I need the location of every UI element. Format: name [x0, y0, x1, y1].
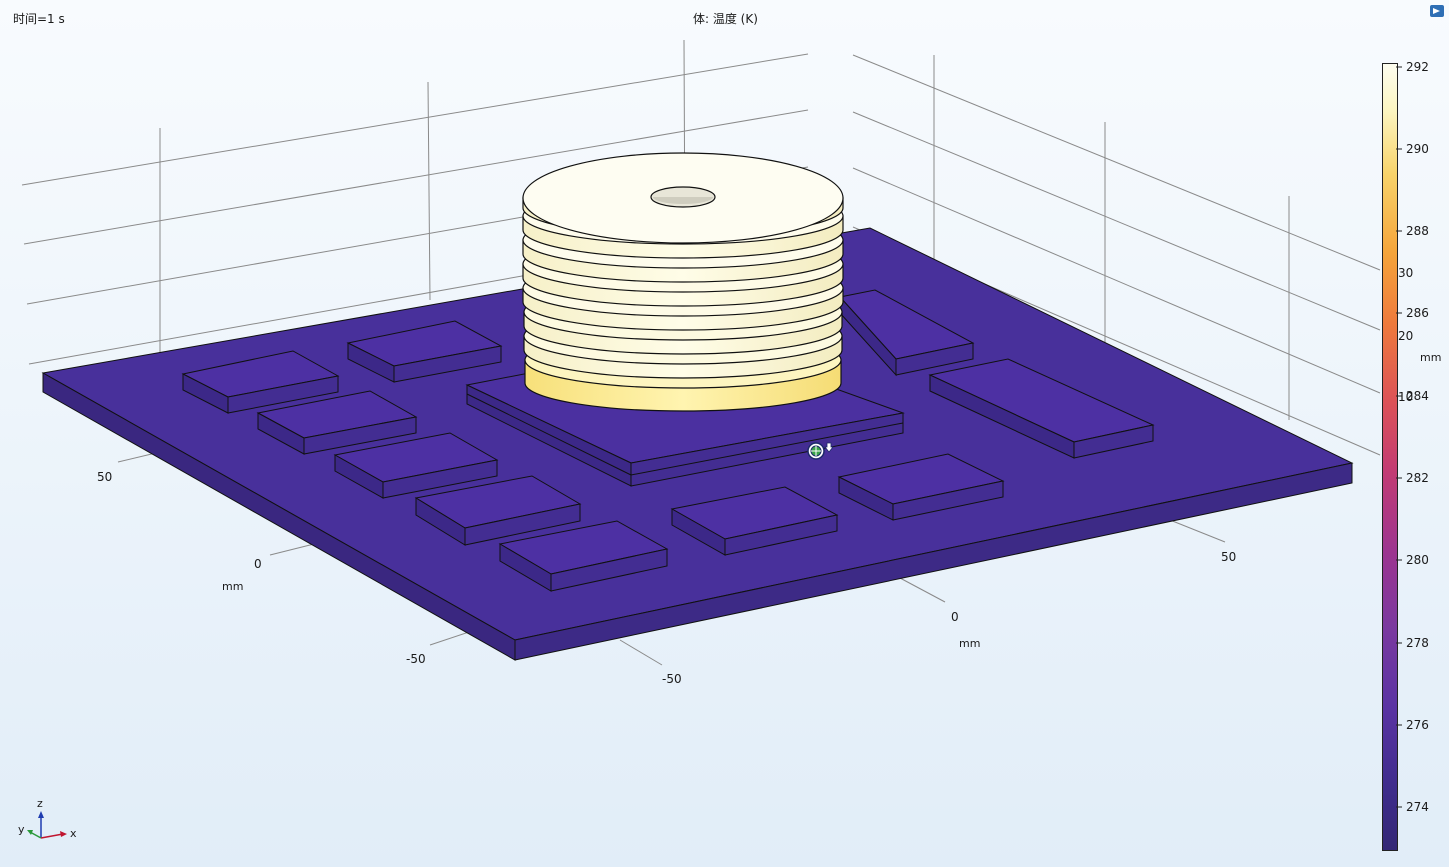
- colorbar-tick-label: 282: [1406, 471, 1429, 485]
- plot-canvas[interactable]: [0, 0, 1449, 867]
- x-tick-label: 50: [1221, 550, 1237, 564]
- y-tick-label: -50: [406, 652, 426, 666]
- colorbar-tick-label: 288: [1406, 224, 1429, 238]
- colorbar-tick-label: 280: [1406, 553, 1429, 567]
- colorbar-tick-label: 292: [1406, 60, 1429, 74]
- colorbar-tick-label: 276: [1406, 718, 1429, 732]
- x-tick-label: -50: [662, 672, 682, 686]
- y-axis-unit: mm: [222, 580, 244, 593]
- colorbar-ticks: [1396, 66, 1402, 808]
- x-axis-unit: mm: [959, 637, 981, 650]
- colorbar-tick-label: 286: [1406, 306, 1429, 320]
- triad-x-label: x: [70, 827, 77, 840]
- triad-z-label: z: [37, 797, 43, 810]
- axis-triad-icon: [27, 811, 67, 839]
- colorbar-tick-label: 290: [1406, 142, 1429, 156]
- colorbar-tick-label: 274: [1406, 800, 1429, 814]
- y-tick-label: 0: [254, 557, 262, 571]
- z-axis-unit: mm: [1420, 351, 1442, 364]
- y-tick-label: 50: [97, 470, 113, 484]
- heatsink-fins: [522, 152, 844, 412]
- x-tick-label: 0: [951, 610, 959, 624]
- triad-y-label: y: [18, 823, 25, 836]
- colorbar-tick-label: 284: [1406, 389, 1429, 403]
- colorbar-tick-label: 278: [1406, 636, 1429, 650]
